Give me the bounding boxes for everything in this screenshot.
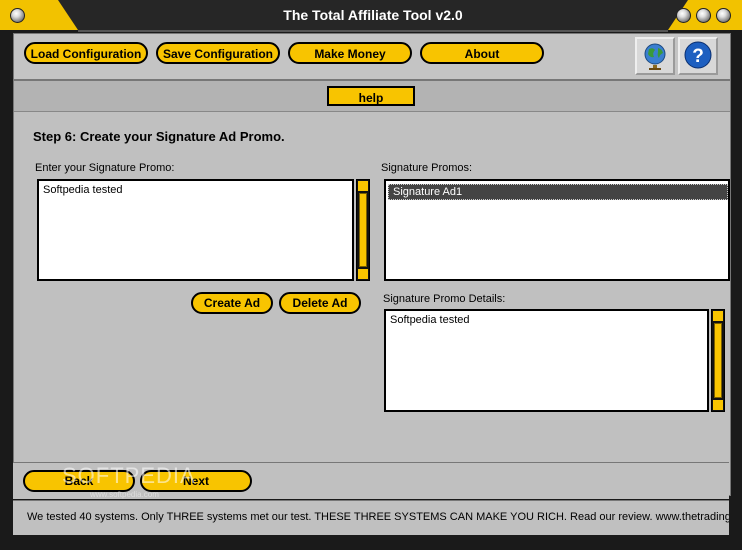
softpedia-watermark: SOFTPEDIA <box>62 463 196 488</box>
scroll-thumb[interactable] <box>714 323 722 398</box>
globe-button[interactable] <box>635 37 675 75</box>
main-panel: help Step 6: Create your Signature Ad Pr… <box>13 80 731 496</box>
signature-promo-value: Softpedia tested <box>43 184 123 196</box>
close-icon[interactable] <box>716 8 731 23</box>
create-ad-button[interactable]: Create Ad <box>191 292 273 314</box>
question-icon: ? <box>684 41 712 69</box>
signature-promos-label: Signature Promos: <box>381 162 473 174</box>
window-title: The Total Affiliate Tool v2.0 <box>283 7 463 23</box>
ticker-text: We tested 40 systems. Only THREE systems… <box>27 511 729 523</box>
make-money-button[interactable]: Make Money <box>288 42 412 64</box>
scroll-thumb[interactable] <box>359 193 367 267</box>
window-menu-icon[interactable] <box>10 8 25 23</box>
delete-ad-button[interactable]: Delete Ad <box>279 292 361 314</box>
scroll-down-icon[interactable] <box>713 400 723 410</box>
promo-input-label: Enter your Signature Promo: <box>35 162 175 174</box>
promo-textarea-scrollbar[interactable] <box>356 179 370 281</box>
minimize-icon[interactable] <box>676 8 691 23</box>
signature-promos-list[interactable]: Signature Ad1 <box>384 179 730 281</box>
scroll-up-icon[interactable] <box>713 311 723 321</box>
signature-promo-textarea[interactable]: Softpedia tested <box>37 179 354 281</box>
ad-ticker[interactable]: We tested 40 systems. Only THREE systems… <box>13 500 729 535</box>
help-button[interactable]: help <box>327 86 415 106</box>
about-button[interactable]: About <box>420 42 544 64</box>
softpedia-watermark-url: www.softpedia.com <box>90 490 159 499</box>
svg-text:?: ? <box>692 46 704 67</box>
step-title: Step 6: Create your Signature Ad Promo. <box>33 129 285 144</box>
details-scrollbar[interactable] <box>711 309 725 412</box>
help-bar: help <box>14 81 730 112</box>
maximize-icon[interactable] <box>696 8 711 23</box>
list-item[interactable]: Signature Ad1 <box>388 184 728 200</box>
promo-details-label: Signature Promo Details: <box>383 293 506 305</box>
help-icon-button[interactable]: ? <box>678 37 718 75</box>
title-bar[interactable]: The Total Affiliate Tool v2.0 <box>0 0 742 32</box>
toolbar: Load Configuration Save Configuration Ma… <box>13 33 731 80</box>
scroll-down-icon[interactable] <box>358 269 368 279</box>
promo-details-textarea[interactable]: Softpedia tested <box>384 309 709 412</box>
title-plate: The Total Affiliate Tool v2.0 <box>58 0 688 32</box>
load-configuration-button[interactable]: Load Configuration <box>24 42 148 64</box>
globe-icon <box>644 43 666 70</box>
promo-details-value: Softpedia tested <box>390 314 470 326</box>
scroll-up-icon[interactable] <box>358 181 368 191</box>
app-window: The Total Affiliate Tool v2.0 Load Confi… <box>0 0 742 550</box>
save-configuration-button[interactable]: Save Configuration <box>156 42 280 64</box>
